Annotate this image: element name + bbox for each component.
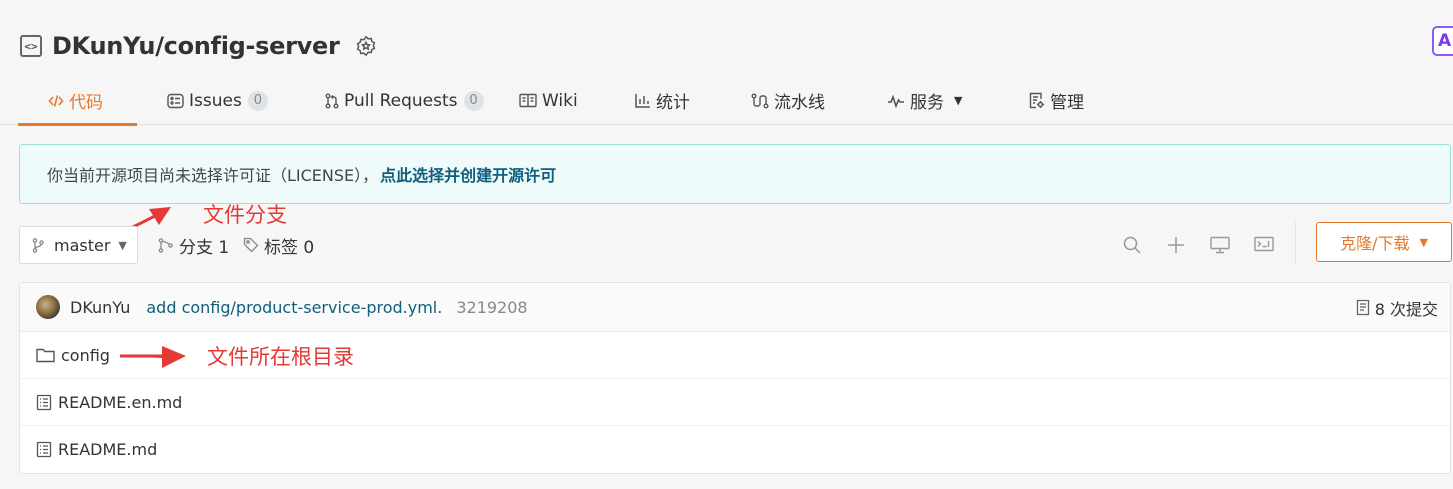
repo-title: <> DKunYu/config-server xyxy=(20,30,378,62)
pulse-icon xyxy=(887,94,905,108)
tab-stats-label: 统计 xyxy=(656,93,690,113)
branches-link[interactable]: 分支 1 xyxy=(158,226,229,264)
file-icon xyxy=(36,394,52,411)
clone-download-button[interactable]: 克隆/下载 ▼ xyxy=(1316,222,1452,262)
issues-icon xyxy=(167,93,184,109)
commit-message[interactable]: add config/product-service-prod.yml. xyxy=(146,298,442,317)
bar-chart-icon xyxy=(635,93,651,108)
folder-icon xyxy=(36,347,55,363)
repo-header: <> DKunYu/config-server A 代码 Issues 0 Pu… xyxy=(0,0,1453,126)
tab-manage-label: 管理 xyxy=(1050,93,1084,113)
branch-select[interactable]: master ▼ xyxy=(19,226,138,264)
search-icon[interactable] xyxy=(1110,236,1154,254)
create-license-link[interactable]: 点此选择并创建开源许可 xyxy=(380,162,556,186)
add-icon[interactable] xyxy=(1154,236,1198,254)
chevron-down-icon: ▼ xyxy=(954,94,963,107)
repo-nav: 代码 Issues 0 Pull Requests 0 Wiki 统计 流水线 … xyxy=(18,76,1129,126)
license-notice-text: 你当前开源项目尚未选择许可证（LICENSE）， xyxy=(47,166,379,185)
tab-wiki-label: Wiki xyxy=(542,90,578,111)
commits-icon xyxy=(1356,299,1370,316)
branch-icon xyxy=(32,237,44,253)
repo-name[interactable]: DKunYu/config-server xyxy=(52,32,340,60)
file-name[interactable]: README.md xyxy=(58,440,157,459)
commit-author[interactable]: DKunYu xyxy=(70,298,130,317)
file-row-readme[interactable]: README.md xyxy=(20,426,1450,473)
webide-icon[interactable] xyxy=(1242,236,1286,254)
tab-pipeline-label: 流水线 xyxy=(774,93,825,113)
tab-code[interactable]: 代码 xyxy=(18,76,137,126)
file-name[interactable]: README.en.md xyxy=(58,393,182,412)
file-list: DKunYu add config/product-service-prod.y… xyxy=(19,282,1451,474)
branch-icon xyxy=(158,237,174,253)
branches-count: 分支 1 xyxy=(179,237,230,258)
monitor-icon[interactable] xyxy=(1198,236,1242,254)
toolbar-divider xyxy=(1295,222,1296,264)
badge-icon[interactable] xyxy=(354,34,378,58)
tab-wiki[interactable]: Wiki xyxy=(519,76,635,125)
tag-icon xyxy=(243,237,259,253)
tab-services[interactable]: 服务 ▼ xyxy=(887,76,1029,125)
annotation-root-dir: 文件所在根目录 xyxy=(207,345,354,369)
tags-count: 标签 0 xyxy=(264,237,315,258)
commit-count-label: 8 次提交 xyxy=(1374,299,1438,319)
tab-pull-requests-label: Pull Requests xyxy=(344,90,458,111)
commits-link[interactable]: 8 次提交 xyxy=(1356,283,1438,332)
tab-stats[interactable]: 统计 xyxy=(635,76,751,125)
pull-request-icon xyxy=(325,93,339,109)
branch-name: master xyxy=(54,235,111,255)
chevron-down-icon: ▼ xyxy=(1419,235,1428,249)
annotation-arrow-root-dir xyxy=(120,346,186,368)
tab-pull-requests[interactable]: Pull Requests 0 xyxy=(309,76,519,125)
avatar[interactable] xyxy=(36,295,60,319)
tab-services-label: 服务 xyxy=(910,93,944,113)
tab-manage[interactable]: 管理 xyxy=(1029,76,1129,125)
code-icon xyxy=(48,93,64,109)
chevron-down-icon: ▼ xyxy=(118,238,127,252)
pull-requests-count: 0 xyxy=(463,90,484,111)
tab-issues-label: Issues xyxy=(189,90,242,111)
issues-count: 0 xyxy=(247,90,268,111)
annotation-branch: 文件分支 xyxy=(203,203,287,227)
repo-code-icon: <> xyxy=(20,35,42,57)
file-icon xyxy=(36,441,52,458)
corner-badge[interactable]: A xyxy=(1432,26,1453,56)
clone-download-label: 克隆/下载 xyxy=(1340,234,1410,253)
tab-pipeline[interactable]: 流水线 xyxy=(751,76,887,125)
commit-sha[interactable]: 3219208 xyxy=(456,298,527,317)
file-name[interactable]: config xyxy=(61,346,110,365)
tab-code-label: 代码 xyxy=(69,93,103,113)
settings-doc-icon xyxy=(1029,92,1045,109)
book-icon xyxy=(519,93,537,108)
license-notice: 你当前开源项目尚未选择许可证（LICENSE）， 点此选择并创建开源许可 xyxy=(19,144,1451,204)
tags-link[interactable]: 标签 0 xyxy=(243,226,314,264)
pipeline-icon xyxy=(751,93,769,109)
tab-issues[interactable]: Issues 0 xyxy=(137,76,309,125)
latest-commit: DKunYu add config/product-service-prod.y… xyxy=(20,283,1450,332)
file-row-readme-en[interactable]: README.en.md xyxy=(20,379,1450,426)
toolbar xyxy=(1110,226,1286,264)
